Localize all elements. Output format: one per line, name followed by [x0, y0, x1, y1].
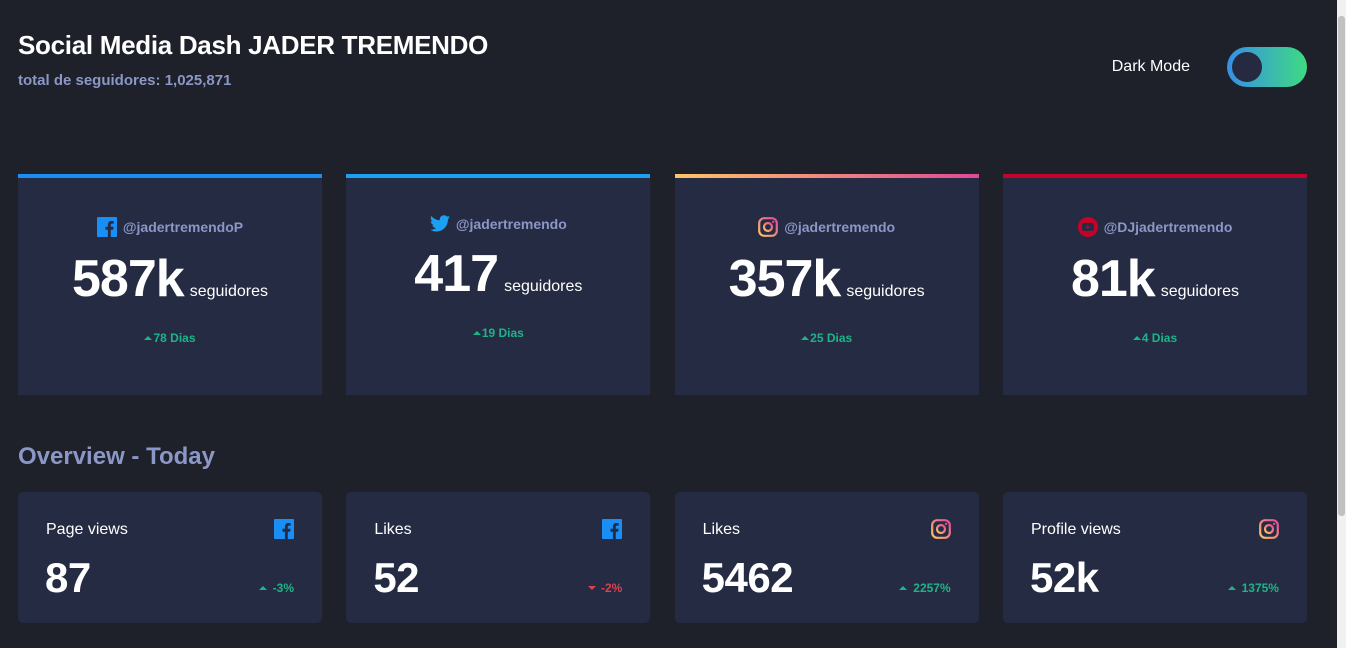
follower-count: 587k — [72, 250, 185, 308]
arrow-up-icon — [472, 331, 481, 335]
youtube-icon — [1077, 217, 1098, 237]
overview-card-instagram-profile-views[interactable]: Profile views 52k 1375% — [1002, 492, 1307, 623]
delta-text: 4 Dias — [1141, 331, 1178, 345]
arrow-up-icon — [144, 336, 153, 340]
delta-text: 2257% — [913, 581, 951, 595]
follower-unit: seguidores — [504, 278, 583, 295]
facebook-icon — [96, 217, 117, 237]
follower-delta: 78 Dias — [18, 331, 322, 345]
card-accent-bar — [674, 174, 979, 178]
metric-value: 87 — [45, 554, 91, 601]
card-accent-bar — [1002, 174, 1307, 178]
instagram-icon — [758, 217, 779, 237]
account-handle: @jadertremendo — [784, 219, 896, 235]
follower-card-facebook[interactable]: @jadertremendoP 587k seguidores 78 Dias — [18, 174, 322, 395]
account-handle: @jadertremendo — [455, 215, 567, 232]
follower-unit: seguidores — [1160, 283, 1239, 300]
follower-delta: 25 Dias — [675, 331, 979, 345]
metric-delta: -3% — [258, 581, 294, 595]
page-header: Social Media Dash JADER TREMENDO total d… — [18, 30, 488, 89]
arrow-up-icon — [258, 586, 267, 590]
handle-row: @jadertremendo — [346, 215, 650, 232]
metric-delta: 1375% — [1227, 581, 1279, 595]
total-followers: total de seguidores: 1,025,871 — [18, 72, 232, 89]
follower-delta: 4 Dias — [1003, 331, 1307, 345]
delta-text: -2% — [600, 581, 623, 595]
card-accent-bar — [18, 174, 322, 178]
metric-label: Likes — [702, 521, 741, 538]
metric-value: 52k — [1029, 554, 1099, 601]
dashboard-page: Social Media Dash JADER TREMENDO total d… — [0, 0, 1346, 648]
follower-cards: @jadertremendoP 587k seguidores 78 Dias … — [18, 174, 1307, 395]
handle-row: @DJjadertremendo — [1003, 217, 1307, 237]
toggle-knob — [1232, 52, 1262, 82]
handle-row: @jadertremendoP — [18, 217, 322, 237]
card-accent-bar — [346, 174, 651, 178]
vertical-scrollbar[interactable] — [1337, 0, 1346, 648]
follower-count-row: 81k seguidores — [1003, 251, 1307, 307]
metric-value: 52 — [373, 554, 420, 601]
follower-count: 357k — [728, 250, 842, 308]
metric-label: Profile views — [1030, 521, 1121, 538]
facebook-icon — [602, 519, 623, 544]
arrow-up-icon — [1227, 586, 1236, 590]
scrollbar-thumb[interactable] — [1338, 16, 1345, 516]
follower-card-twitter[interactable]: @jadertremendo 417 seguidores 19 Dias — [346, 174, 651, 395]
follower-count-row: 587k seguidores — [18, 251, 322, 307]
delta-text: 25 Dias — [810, 331, 853, 345]
follower-card-youtube[interactable]: @DJjadertremendo 81k seguidores 4 Dias — [1002, 174, 1307, 395]
follower-card-instagram[interactable]: @jadertremendo 357k seguidores 25 Dias — [674, 174, 979, 395]
follower-count-row: 357k seguidores — [675, 251, 979, 307]
follower-count: 417 — [414, 245, 499, 303]
delta-text: -3% — [272, 581, 294, 595]
metric-value: 5462 — [701, 554, 794, 601]
arrow-down-icon — [587, 586, 596, 590]
overview-card-facebook-likes[interactable]: Likes 52 -2% — [346, 492, 651, 623]
metric-delta: 2257% — [899, 581, 951, 595]
account-handle: @DJjadertremendo — [1103, 219, 1233, 235]
follower-count-row: 417 seguidores — [346, 246, 650, 302]
metric-label: Likes — [374, 521, 412, 538]
arrow-up-icon — [801, 336, 810, 340]
follower-count: 81k — [1070, 250, 1156, 308]
dark-mode-label: Dark Mode — [1111, 58, 1190, 75]
follower-unit: seguidores — [846, 283, 925, 300]
arrow-up-icon — [899, 586, 908, 590]
handle-row: @jadertremendo — [675, 217, 979, 237]
delta-text: 19 Dias — [481, 326, 524, 340]
overview-cards: Page views 87 -3% Likes 52 -2% Likes 546… — [18, 492, 1307, 623]
metric-delta: -2% — [587, 581, 623, 595]
dark-mode-toggle[interactable] — [1227, 47, 1307, 87]
metric-label: Page views — [46, 521, 128, 538]
facebook-icon — [274, 519, 294, 544]
account-handle: @jadertremendoP — [122, 219, 244, 235]
arrow-up-icon — [1132, 336, 1141, 340]
overview-card-instagram-likes[interactable]: Likes 5462 2257% — [674, 492, 979, 623]
follower-delta: 19 Dias — [346, 326, 650, 340]
twitter-icon — [429, 215, 450, 232]
delta-text: 1375% — [1241, 581, 1279, 595]
overview-card-facebook-page-views[interactable]: Page views 87 -3% — [18, 492, 322, 623]
follower-unit: seguidores — [189, 283, 268, 300]
dark-mode-control: Dark Mode — [1112, 47, 1307, 87]
delta-text: 78 Dias — [153, 331, 196, 345]
page-title: Social Media Dash JADER TREMENDO — [18, 30, 489, 60]
instagram-icon — [1259, 519, 1279, 544]
instagram-icon — [930, 519, 951, 544]
overview-title: Overview - Today — [18, 443, 215, 470]
